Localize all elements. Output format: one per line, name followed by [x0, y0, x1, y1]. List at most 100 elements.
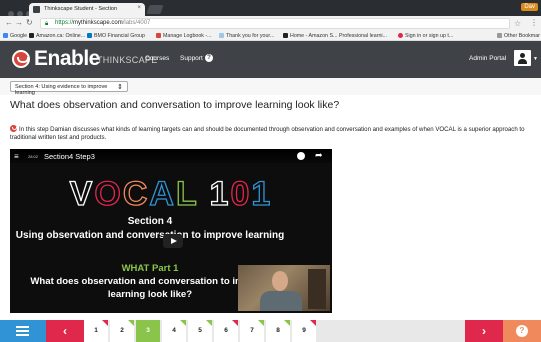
- bmo-icon: [87, 33, 92, 38]
- vocal-letter: 1: [251, 174, 273, 213]
- step-9-button[interactable]: 9: [292, 320, 317, 342]
- vocal-letter: O: [94, 174, 123, 213]
- step-status-flag-icon: [102, 320, 108, 326]
- step-number: 9: [302, 327, 306, 334]
- browser-profile-badge[interactable]: Dav: [521, 3, 538, 11]
- step-number: 5: [198, 327, 202, 334]
- back-arrow-icon[interactable]: ←: [5, 18, 13, 27]
- description-text: In this step Damian discusses what kinds…: [10, 126, 525, 142]
- chevron-down-icon[interactable]: ▼: [533, 56, 538, 62]
- step-status-flag-icon: [180, 320, 186, 326]
- vocal-letter: 0: [230, 174, 252, 213]
- step-number: 2: [120, 327, 124, 334]
- amazon-icon: [283, 33, 288, 38]
- url-host: mythinkscape.com: [73, 20, 123, 26]
- video-time: 28:02: [28, 154, 39, 159]
- lock-icon: 🔒︎: [45, 21, 49, 27]
- vocal-letter: A: [149, 174, 176, 213]
- bookmark-professional[interactable]: Professional learni...: [339, 33, 387, 39]
- watch-later-icon[interactable]: [297, 152, 305, 160]
- signin-icon: [398, 33, 403, 38]
- new-tab-button[interactable]: [146, 5, 164, 14]
- video-top-bar: ≡ 28:02 Section4 Step3 ➦: [10, 149, 332, 163]
- bookmark-google[interactable]: Google: [3, 33, 27, 39]
- bookmarks-bar: Google Amazon.ca: Online... BMO Financia…: [0, 31, 541, 41]
- step-8-button[interactable]: 8: [266, 320, 291, 342]
- step-status-flag-icon: [310, 320, 316, 326]
- chevron-left-icon: ‹: [63, 324, 67, 338]
- section-select-value: Section 4: Using evidence to improve lea…: [15, 84, 108, 96]
- step-6-button[interactable]: 6: [214, 320, 239, 342]
- bookmark-star-icon[interactable]: ☆: [514, 19, 521, 28]
- folder-icon: [497, 33, 502, 38]
- browser-menu-icon[interactable]: ⋮: [530, 18, 538, 27]
- nav-support[interactable]: Support: [180, 55, 203, 62]
- bookmark-bmo[interactable]: BMO Financial Group: [87, 33, 145, 39]
- step-navigation: ‹ 1 2 3 4 5 6 7 8 9 › ?: [0, 320, 541, 342]
- admin-portal-link[interactable]: Admin Portal: [469, 55, 506, 62]
- video-subtitle: Using observation and conversation to im…: [15, 230, 285, 241]
- video-player[interactable]: ≡ 28:02 Section4 Step3 ➦ VOCAL 101 Secti…: [10, 149, 332, 313]
- playlist-icon[interactable]: ≡: [14, 152, 19, 161]
- step-status-flag-icon: [232, 320, 238, 326]
- step-number: 7: [250, 327, 254, 334]
- step-5-button[interactable]: 5: [188, 320, 213, 342]
- bookmark-amazon[interactable]: Amazon.ca: Online...: [29, 33, 85, 39]
- app-header: Enable THINKSCAPE Courses Support ? Admi…: [0, 41, 541, 78]
- section-select[interactable]: Section 4: Using evidence to improve lea…: [10, 81, 128, 96]
- next-step-button[interactable]: ›: [465, 320, 503, 342]
- video-title[interactable]: Section4 Step3: [44, 152, 95, 161]
- tab-close-icon[interactable]: ×: [137, 5, 141, 11]
- step-number: 6: [224, 327, 228, 334]
- bookmark-signin[interactable]: Sign in or sign up t...: [398, 33, 453, 39]
- step-list-button[interactable]: [0, 320, 46, 342]
- chevron-right-icon: ›: [482, 324, 486, 338]
- help-button[interactable]: ?: [503, 320, 541, 342]
- enable-bullet-icon: [10, 125, 17, 132]
- step-number: 3: [146, 327, 150, 334]
- step-3-button[interactable]: 3: [136, 320, 161, 342]
- reload-icon[interactable]: ↻: [26, 18, 33, 27]
- bookmark-other[interactable]: Other Bookmar: [497, 33, 540, 39]
- page-icon: [219, 33, 224, 38]
- step-description: In this step Damian discusses what kinds…: [10, 125, 535, 143]
- step-1-button[interactable]: 1: [84, 320, 109, 342]
- step-number: 4: [172, 327, 176, 334]
- google-icon: [3, 33, 8, 38]
- url-path: /labs/4007: [122, 20, 151, 26]
- address-bar[interactable]: 🔒︎ https://mythinkscape.com/labs/4007: [40, 18, 510, 29]
- bookmark-logbook[interactable]: Manage Logbook -...: [156, 33, 212, 39]
- play-button[interactable]: [163, 234, 183, 248]
- enable-logo-icon[interactable]: [12, 50, 30, 68]
- browser-navbar: ← → ↻ 🔒︎ https://mythinkscape.com/labs/4…: [0, 16, 541, 31]
- vocal-letter: C: [122, 174, 150, 213]
- share-icon[interactable]: ➦: [315, 150, 323, 161]
- previous-step-button[interactable]: ‹: [46, 320, 84, 342]
- maple-leaf-icon: [156, 33, 161, 38]
- forward-arrow-icon[interactable]: →: [15, 18, 23, 27]
- bookmark-thankyou[interactable]: Thank you for your...: [219, 33, 274, 39]
- help-icon[interactable]: ?: [205, 54, 213, 62]
- video-section-line: Section 4: [127, 216, 173, 227]
- user-avatar[interactable]: [514, 50, 531, 66]
- bookmark-amazon-s[interactable]: Home - Amazon S...: [283, 33, 337, 39]
- list-icon: [16, 326, 29, 336]
- step-number: 1: [94, 327, 98, 334]
- browser-tab[interactable]: Thinkscape Student - Section ×: [29, 3, 145, 16]
- step-2-button[interactable]: 2: [110, 320, 135, 342]
- step-status-flag-icon: [128, 320, 134, 326]
- section-bar: Section 4: Using evidence to improve lea…: [0, 78, 541, 96]
- step-4-button[interactable]: 4: [162, 320, 187, 342]
- step-7-button[interactable]: 7: [240, 320, 265, 342]
- nav-courses[interactable]: Courses: [145, 55, 169, 62]
- question-icon: ?: [516, 325, 528, 337]
- url-secure: https://: [55, 20, 74, 26]
- select-arrows-icon: ⇕: [117, 84, 123, 91]
- vocal-letter: [198, 175, 209, 213]
- step-number: 8: [276, 327, 280, 334]
- brand-name[interactable]: Enable: [34, 47, 100, 71]
- step-status-flag-icon: [258, 320, 264, 326]
- tab-title: Thinkscape Student - Section: [44, 6, 118, 12]
- step-status-flag-icon: [206, 320, 212, 326]
- step-status-flag-icon: [284, 320, 290, 326]
